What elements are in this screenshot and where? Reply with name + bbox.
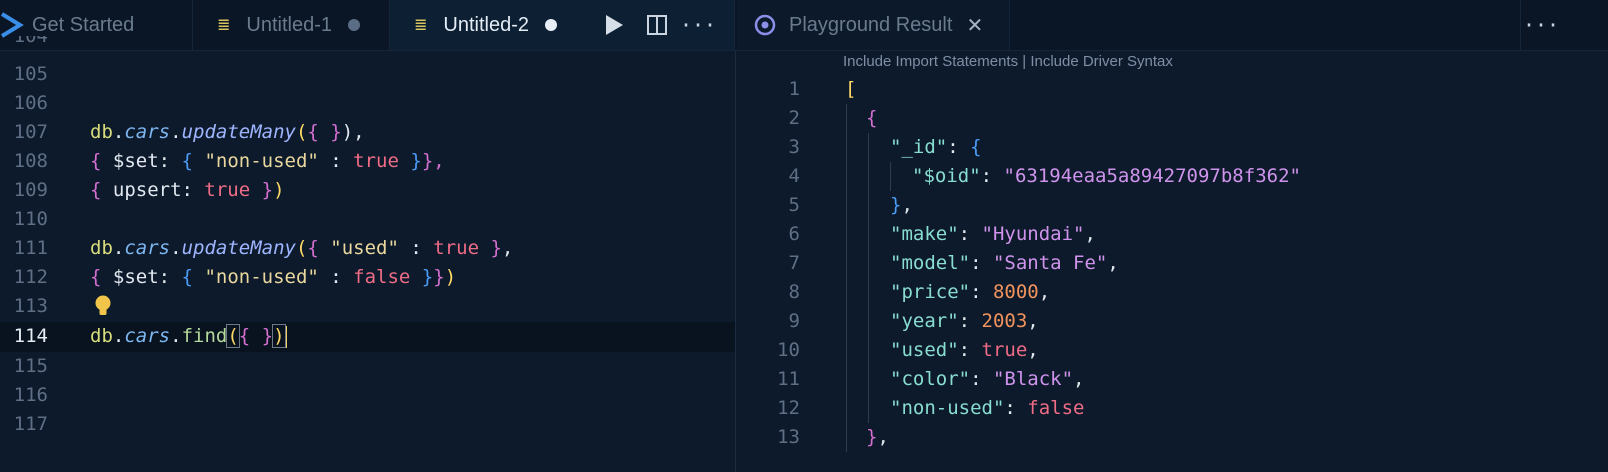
tab-bar: Get Started ≣ Untitled-1 ≣ Untitled-2 ··…: [0, 0, 1608, 51]
json-line: "model": "Santa Fe",: [890, 252, 1119, 274]
line-number: 8: [788, 281, 800, 303]
code-line-111: db.cars.updateMany({ "used" : true },: [90, 237, 514, 259]
run-button[interactable]: [598, 0, 630, 50]
play-icon: [606, 15, 623, 35]
json-line: },: [890, 194, 913, 216]
file-lines-icon: ≣: [217, 17, 231, 34]
json-line: "make": "Hyundai",: [890, 223, 1096, 245]
tab-label: Get Started: [32, 13, 135, 36]
line-number: 7: [788, 252, 800, 274]
json-line: "year": 2003,: [890, 310, 1039, 332]
code-line-109: { upsert: true }): [90, 179, 285, 201]
lightbulb-icon[interactable]: [93, 294, 113, 322]
line-number: 108: [13, 150, 48, 172]
line-number: 2: [788, 107, 800, 129]
code-line-108: { $set: { "non-used" : true }},: [90, 150, 445, 172]
indent-guide: [868, 133, 869, 423]
json-line: {: [866, 107, 878, 129]
unsaved-dot-icon[interactable]: [545, 19, 558, 31]
line-number: 115: [13, 355, 48, 377]
code-line-114: db.cars.find({ }): [90, 324, 287, 348]
json-line: "$oid": "63194eaa5a89427097b8f362": [912, 165, 1301, 187]
line-number: 1: [788, 78, 800, 100]
line-number: 116: [13, 384, 48, 406]
close-icon[interactable]: ✕: [966, 13, 983, 38]
code-line-107: db.cars.updateMany({ }),: [90, 121, 365, 143]
line-number: 12: [777, 397, 800, 419]
tab-playground-result[interactable]: Playground Result ✕: [737, 0, 1010, 50]
json-line: "_id": {: [890, 136, 982, 158]
split-editor-icon: [647, 15, 667, 35]
indent-guide: [846, 104, 847, 452]
line-number: 109: [13, 179, 48, 201]
line-number: 4: [788, 165, 800, 187]
line-number: 10: [777, 339, 800, 361]
line-number: 105: [13, 63, 48, 85]
line-number: 5: [788, 194, 800, 216]
line-number: 3: [788, 136, 800, 158]
json-line: "non-used": false: [890, 397, 1085, 419]
tab-label: Untitled-1: [246, 13, 333, 36]
line-number: 106: [13, 92, 48, 114]
line-number: 104: [13, 36, 48, 47]
more-actions-button-right[interactable]: ···: [1520, 0, 1561, 50]
line-number: 11: [777, 368, 800, 390]
line-number-current: 114: [13, 325, 48, 347]
split-editor-button[interactable]: [643, 0, 671, 50]
json-line: "price": 8000,: [890, 281, 1051, 303]
line-number: 113: [13, 295, 48, 317]
file-lines-icon: ≣: [414, 17, 428, 34]
line-number: 112: [13, 266, 48, 288]
line-number: 110: [13, 208, 48, 230]
code-line-112: { $set: { "non-used" : false }}): [90, 266, 457, 288]
mongodb-playground-icon: [754, 14, 776, 36]
line-number: 6: [788, 223, 800, 245]
line-number: 13: [777, 426, 800, 448]
codelens-links[interactable]: Include Import Statements | Include Driv…: [843, 51, 1173, 73]
tab-label: Untitled-2: [443, 13, 530, 36]
indent-guide: [890, 162, 891, 191]
json-line: },: [866, 426, 889, 448]
line-number: 107: [13, 121, 48, 143]
unsaved-dot-icon[interactable]: [348, 19, 361, 31]
json-line: "used": true,: [890, 339, 1039, 361]
line-number: 111: [13, 237, 48, 259]
tab-label: Playground Result: [789, 13, 953, 36]
json-line: "color": "Black",: [890, 368, 1085, 390]
json-line: [: [845, 78, 857, 100]
tab-untitled-1[interactable]: ≣ Untitled-1: [193, 0, 390, 50]
text-cursor: [284, 325, 287, 348]
line-number: 117: [13, 413, 48, 435]
line-number: 9: [788, 310, 800, 332]
more-actions-button[interactable]: ···: [680, 0, 716, 50]
